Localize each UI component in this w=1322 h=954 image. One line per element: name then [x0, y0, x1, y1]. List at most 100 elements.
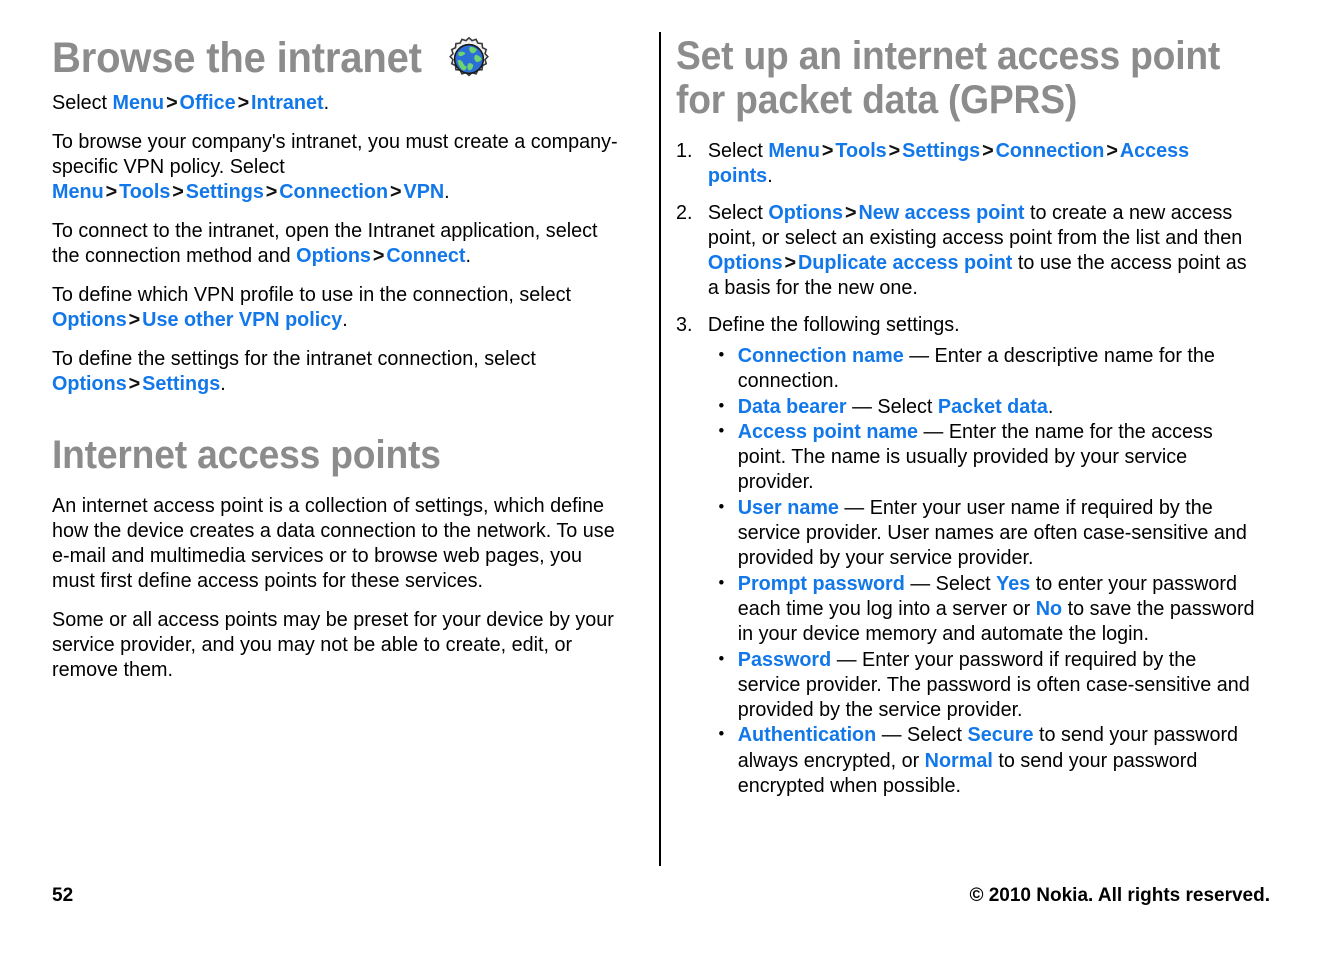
text-run: Select: [935, 571, 997, 595]
em-dash: —: [876, 723, 908, 747]
bullet-icon: •: [718, 648, 725, 668]
step-number: 1.: [676, 139, 693, 162]
settings-bullet-list: • Connection name — Enter a descriptive n…: [712, 343, 1255, 798]
document-page: Browse the intranet Select Menu>Office>I…: [0, 0, 1322, 954]
ui-term-connect: Connect: [386, 244, 466, 267]
ui-term-options: Options: [707, 251, 783, 274]
separator: >: [265, 180, 278, 203]
ui-term-authentication: Authentication: [737, 723, 877, 747]
list-item: • Prompt password — Select Yes to enter y…: [712, 571, 1255, 647]
ui-term-connection: Connection: [279, 180, 389, 203]
ui-term-secure: Secure: [967, 723, 1034, 747]
step-number: 3.: [676, 313, 693, 336]
separator: >: [372, 244, 385, 267]
right-column: Set up an internet access point for pack…: [676, 34, 1276, 804]
ui-term-settings: Settings: [902, 139, 981, 162]
paragraph-vpn-profile: To define which VPN profile to use in th…: [52, 282, 626, 332]
ui-term-tools: Tools: [835, 139, 887, 162]
ui-term-settings: Settings: [142, 372, 221, 395]
text-run: Select: [877, 394, 938, 418]
step-item: 3. Define the following settings. • Connec…: [676, 312, 1255, 798]
ui-term-access-point-name: Access point name: [737, 419, 919, 443]
ui-term-office: Office: [179, 91, 236, 114]
paragraph-preset-access-points: Some or all access points may be preset …: [52, 608, 614, 681]
text-run: Define the following settings.: [707, 313, 960, 336]
separator: >: [390, 180, 402, 203]
bullet-icon: •: [718, 572, 725, 592]
ui-term-data-bearer: Data bearer: [737, 394, 847, 418]
em-dash: —: [838, 495, 870, 519]
text-run: .: [767, 164, 773, 187]
list-item: • Access point name — Enter the name for …: [712, 419, 1255, 495]
text-run: .: [220, 372, 226, 395]
text-run: Select: [707, 201, 769, 224]
text-run: .: [1047, 394, 1054, 418]
text-run: .: [444, 180, 450, 203]
ui-term-menu: Menu: [112, 91, 165, 114]
step-item: 1. Select Menu>Tools>Settings>Connection>…: [676, 138, 1255, 188]
column-divider: [659, 32, 661, 866]
text-run: Select: [707, 139, 769, 162]
bullet-icon: •: [718, 496, 725, 516]
list-item: • Authentication — Select Secure to send …: [712, 722, 1255, 798]
paragraph-vpn-policy: To browse your company's intranet, you m…: [52, 129, 626, 204]
ui-term-tools: Tools: [119, 180, 171, 203]
ui-term-new-access-point: New access point: [858, 201, 1025, 224]
separator: >: [105, 180, 118, 203]
ui-term-connection: Connection: [995, 139, 1105, 162]
page-footer: 52 © 2010 Nokia. All rights reserved.: [52, 885, 1270, 913]
separator: >: [128, 372, 141, 395]
globe-gear-icon: [448, 36, 489, 77]
copyright-notice: © 2010 Nokia. All rights reserved.: [969, 885, 1270, 906]
section-title-gprs-setup: Set up an internet access point for pack…: [676, 34, 1221, 122]
ui-term-password: Password: [737, 647, 832, 671]
text-run: To define the settings for the intranet …: [52, 347, 536, 370]
list-item: • Connection name — Enter a descriptive n…: [712, 343, 1255, 394]
step-item: 2. Select Options>New access point to cre…: [676, 200, 1255, 300]
ui-term-settings: Settings: [185, 180, 264, 203]
page-title: Browse the intranet: [52, 34, 422, 82]
text-run: To browse your company's intranet, you m…: [52, 130, 618, 178]
separator: >: [166, 91, 178, 114]
text-run: .: [323, 91, 330, 114]
chapter-title-row: Browse the intranet: [52, 34, 647, 82]
text-run: Select: [52, 91, 113, 114]
ui-term-packet-data: Packet data: [937, 394, 1048, 418]
ui-term-options: Options: [768, 201, 844, 224]
ui-term-options: Options: [52, 308, 127, 331]
section-title-internet-access-points: Internet access points: [52, 433, 441, 477]
separator: >: [237, 91, 250, 114]
ui-term-connection-name: Connection name: [737, 344, 904, 367]
list-item: • Data bearer — Select Packet data.: [712, 394, 1255, 419]
ui-term-options: Options: [296, 244, 371, 267]
settings-bullet-wrapper: • Connection name — Enter a descriptive n…: [712, 343, 1255, 798]
bullet-icon: •: [718, 724, 725, 744]
paragraph-connect: To connect to the intranet, open the Int…: [52, 218, 626, 268]
ui-term-normal: Normal: [924, 748, 993, 772]
ui-term-duplicate-access-point: Duplicate access point: [797, 251, 1013, 274]
ui-term-menu: Menu: [768, 139, 820, 162]
ui-term-user-name: User name: [737, 495, 839, 519]
text-run: .: [465, 244, 471, 267]
separator: >: [821, 139, 834, 162]
numbered-steps: 1. Select Menu>Tools>Settings>Connection>…: [676, 138, 1276, 798]
separator: >: [982, 139, 994, 162]
separator: >: [784, 251, 797, 274]
paragraph-select-intranet: Select Menu>Office>Intranet.: [52, 90, 626, 115]
ui-term-prompt-password: Prompt password: [737, 571, 905, 595]
text-run: .: [342, 308, 348, 331]
list-item: • Password — Enter your password if requi…: [712, 647, 1255, 723]
ui-term-yes: Yes: [996, 571, 1031, 595]
ui-term-vpn: VPN: [403, 180, 445, 203]
ui-term-intranet: Intranet: [251, 91, 324, 114]
em-dash: —: [904, 571, 936, 595]
em-dash: —: [846, 394, 878, 418]
paragraph-access-point-definition: An internet access point is a collection…: [52, 494, 615, 592]
separator: >: [128, 308, 141, 331]
bullet-icon: •: [718, 420, 725, 440]
separator: >: [888, 139, 901, 162]
ui-term-options: Options: [52, 372, 127, 395]
ui-term-use-other-vpn-policy: Use other VPN policy: [142, 308, 343, 331]
separator: >: [844, 201, 857, 224]
step-number: 2.: [676, 201, 693, 224]
